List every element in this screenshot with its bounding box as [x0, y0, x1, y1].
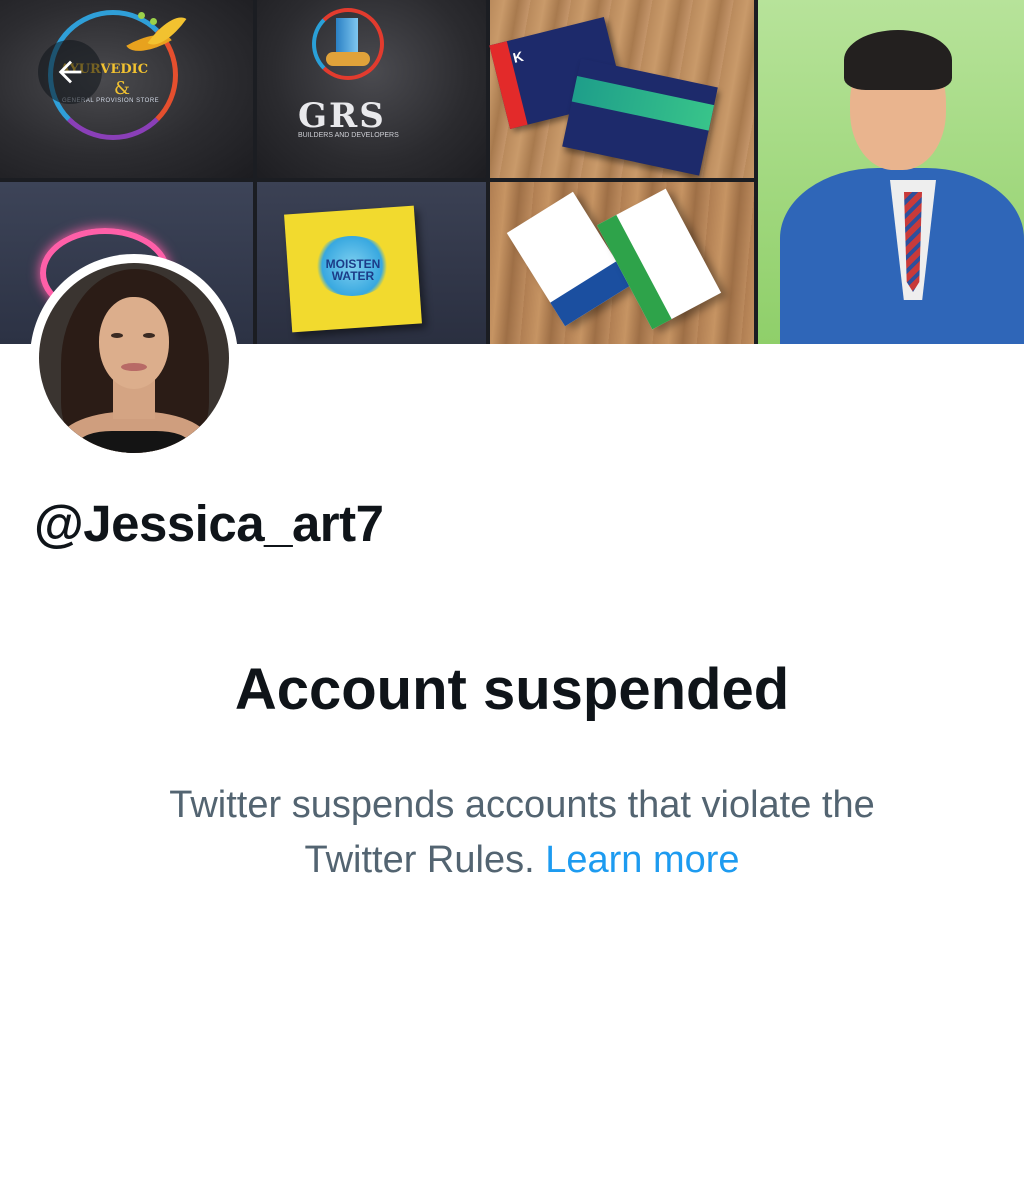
avatar-face	[99, 297, 169, 389]
avatar-eye	[111, 333, 123, 338]
dot-icon	[138, 12, 145, 19]
back-button[interactable]	[38, 40, 102, 104]
moisten-water-line2: WATER	[331, 269, 375, 283]
profile-handle: @Jessica_art7	[34, 495, 384, 552]
suspension-description: Twitter suspends accounts that violate t…	[112, 778, 932, 888]
business-card-letter: K	[511, 47, 525, 66]
avatar-eye	[143, 333, 155, 338]
dot-icon	[150, 18, 157, 25]
moisten-water-text: MOISTEN WATER	[318, 258, 388, 282]
suspension-description-text: Twitter suspends accounts that violate t…	[169, 784, 875, 881]
cartoon-hair	[844, 30, 952, 90]
grs-logo-subtitle: BUILDERS AND DEVELOPERS	[298, 132, 399, 139]
avatar-lips	[121, 363, 147, 371]
ayurvedic-logo-ampersand: &	[114, 78, 131, 99]
avatar-image	[39, 263, 229, 453]
cartoon-tie	[904, 192, 922, 292]
arrow-left-icon	[58, 60, 82, 84]
handshake-icon	[326, 52, 370, 66]
suspension-title: Account suspended	[234, 657, 790, 722]
learn-more-link[interactable]: Learn more	[545, 839, 739, 881]
avatar[interactable]	[30, 254, 238, 462]
avatar-top	[79, 431, 189, 453]
grs-logo-text: GRS	[298, 96, 386, 136]
